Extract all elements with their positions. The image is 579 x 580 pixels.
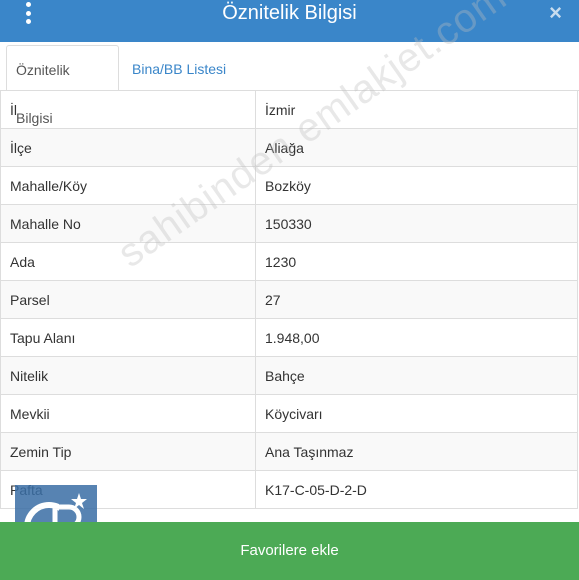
attribute-value: Ana Taşınmaz xyxy=(255,432,578,471)
attribute-key: İlçe xyxy=(0,128,256,167)
table-row: İl İzmir xyxy=(0,90,578,129)
tab-attribute-info[interactable]: Öznitelik Bilgisi xyxy=(6,45,119,126)
attribute-key: Mahalle/Köy xyxy=(0,166,256,205)
table-row: Mahalle No 150330 xyxy=(0,204,578,243)
tab-building-list[interactable]: Bina/BB Listesi xyxy=(123,45,235,90)
modal-header: Öznitelik Bilgisi × xyxy=(0,0,579,42)
table-row: Tapu Alanı 1.948,00 xyxy=(0,318,578,357)
attribute-value: Bozköy xyxy=(255,166,578,205)
close-icon[interactable]: × xyxy=(549,1,562,25)
table-row: Nitelik Bahçe xyxy=(0,356,578,395)
attribute-key: Ada xyxy=(0,242,256,281)
attribute-value: Aliağa xyxy=(255,128,578,167)
attribute-value: Bahçe xyxy=(255,356,578,395)
attribute-value: 150330 xyxy=(255,204,578,243)
attribute-key: Nitelik xyxy=(0,356,256,395)
add-to-favorites-button[interactable]: Favorilere ekle xyxy=(0,522,579,580)
tab-bar: Öznitelik Bilgisi Bina/BB Listesi xyxy=(0,42,579,126)
attribute-value: 1230 xyxy=(255,242,578,281)
attribute-key: Mevkii xyxy=(0,394,256,433)
attribute-key: Zemin Tip xyxy=(0,432,256,471)
table-row: Parsel 27 xyxy=(0,280,578,319)
table-row: Mevkii Köycivarı xyxy=(0,394,578,433)
attribute-value: 27 xyxy=(255,280,578,319)
attribute-value: 1.948,00 xyxy=(255,318,578,357)
attribute-key: İl xyxy=(0,90,256,129)
table-row: Ada 1230 xyxy=(0,242,578,281)
attribute-value: Köycivarı xyxy=(255,394,578,433)
attribute-key: Mahalle No xyxy=(0,204,256,243)
attribute-key: Tapu Alanı xyxy=(0,318,256,357)
attribute-value: İzmir xyxy=(255,90,578,129)
table-row: İlçe Aliağa xyxy=(0,128,578,167)
table-row: Zemin Tip Ana Taşınmaz xyxy=(0,432,578,471)
table-row: Mahalle/Köy Bozköy xyxy=(0,166,578,205)
modal-title: Öznitelik Bilgisi xyxy=(222,2,357,24)
attribute-key: Parsel xyxy=(0,280,256,319)
attribute-value: K17-C-05-D-2-D xyxy=(255,470,578,509)
attribute-table: İl İzmir İlçe Aliağa Mahalle/Köy Bozköy … xyxy=(0,90,579,509)
